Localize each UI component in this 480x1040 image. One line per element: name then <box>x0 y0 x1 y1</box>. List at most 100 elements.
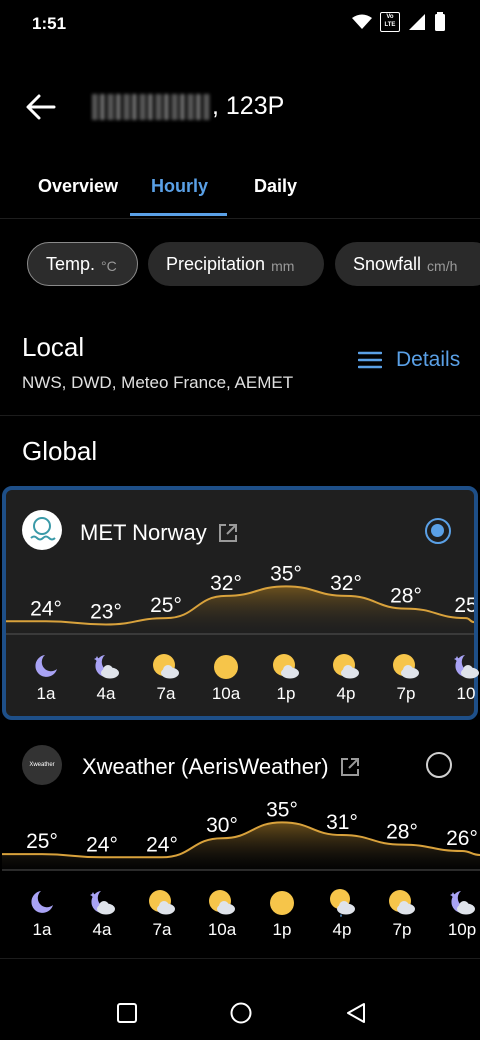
external-link-icon[interactable] <box>339 756 361 778</box>
tab-indicator <box>130 213 227 216</box>
hour-label: 1p <box>272 920 292 939</box>
global-heading: Global <box>22 436 98 466</box>
sun-cloud-icon <box>209 890 235 915</box>
system-nav-bar <box>0 980 480 1040</box>
temperature-value-label: 28° <box>386 821 418 844</box>
chip-label: Snowfall <box>353 253 422 274</box>
moon-cloud-icon <box>90 891 115 915</box>
temperature-value-label: 30° <box>206 814 238 837</box>
radio-unselected[interactable] <box>426 752 452 778</box>
divider <box>0 415 480 416</box>
moon-cloud-icon <box>94 655 119 679</box>
temperature-value-label: 25° <box>150 594 182 617</box>
hour-label: 7a <box>152 920 172 939</box>
sun-cloud-icon <box>149 890 175 915</box>
details-button[interactable]: Details <box>358 348 460 372</box>
hour-label: 4a <box>96 684 116 703</box>
moon-icon <box>31 891 53 913</box>
chip-snowfall[interactable]: Snowfall cm/h <box>335 242 480 286</box>
status-time: 1:51 <box>32 14 67 33</box>
status-icons: Vo LTE <box>352 12 446 32</box>
chip-unit: °C <box>101 257 117 274</box>
temperature-value-label: 25° <box>26 830 58 853</box>
temperature-value-label: 23° <box>90 600 122 623</box>
chip-temperature[interactable]: Temp. °C <box>27 242 138 286</box>
hour-label: 4a <box>92 920 112 939</box>
chip-precipitation[interactable]: Precipitation mm <box>148 242 324 286</box>
sun-cloud-icon <box>153 654 179 679</box>
temperature-value-label: 24° <box>30 597 62 620</box>
signal-icon <box>409 14 425 30</box>
temperature-value-label: 35° <box>266 798 298 821</box>
hour-label: 4p <box>336 684 356 703</box>
tab-overview[interactable]: Overview <box>38 176 118 197</box>
tab-hourly[interactable]: Hourly <box>151 176 208 197</box>
local-heading: Local <box>22 332 85 362</box>
volte-icon: Vo LTE <box>380 12 400 32</box>
radio-dot <box>431 524 444 537</box>
moon-icon <box>35 655 57 677</box>
temperature-value-label: 24° <box>146 833 178 856</box>
recents-icon[interactable] <box>116 1002 138 1024</box>
hour-label: 7p <box>392 920 412 939</box>
hour-label: 7p <box>396 684 416 703</box>
sun-cloud-icon <box>273 654 299 679</box>
home-icon[interactable] <box>229 1001 253 1025</box>
hour-label: 1a <box>32 920 52 939</box>
temperature-value-label: 32° <box>330 572 362 595</box>
details-label: Details <box>396 348 461 371</box>
moon-cloud-icon <box>450 891 475 915</box>
local-sources: NWS, DWD, Meteo France, AEMET <box>22 373 294 392</box>
radio-selected[interactable] <box>425 518 451 544</box>
provider-label: MET Norway <box>80 520 207 545</box>
hour-label: 4p <box>332 920 352 939</box>
sun-cloud-icon <box>389 890 415 915</box>
tab-bar: Overview Hourly Daily <box>0 166 480 219</box>
moon-cloud-icon <box>454 655 479 679</box>
hour-label: 10 <box>456 684 476 703</box>
provider-card-xweather[interactable]: Xweather Xweather (AerisWeather) 25° 24° 2… <box>2 728 480 958</box>
temperature-value-label: 31° <box>326 811 358 834</box>
tab-daily[interactable]: Daily <box>254 176 297 197</box>
sun-rain-cloud-icon <box>330 889 355 917</box>
title-suffix: , 123P <box>212 92 285 120</box>
sun-cloud-icon <box>333 654 359 679</box>
hour-label: 7a <box>156 684 176 703</box>
back-arrow-icon[interactable] <box>24 90 58 124</box>
temperature-value-label: 24° <box>86 833 118 856</box>
chip-unit: mm <box>271 257 295 274</box>
hour-label: 1a <box>36 684 56 703</box>
temperature-value-label: 35° <box>270 562 302 585</box>
temperature-value-label: 32° <box>210 572 242 595</box>
temperature-chart: 24° 23° 25° 32° 35° 32° 28° 25 <box>6 562 474 635</box>
hour-label: 10p <box>447 920 477 939</box>
external-link-icon[interactable] <box>217 522 239 544</box>
met-norway-logo <box>22 510 62 550</box>
chip-unit: cm/h <box>427 257 458 274</box>
provider-label: Xweather (AerisWeather) <box>82 754 329 779</box>
battery-icon <box>435 12 445 31</box>
xweather-logo: Xweather <box>22 745 62 785</box>
back-nav-icon[interactable] <box>344 1001 368 1025</box>
hour-label: 10a <box>207 920 237 939</box>
chip-label: Temp. <box>46 253 96 274</box>
divider <box>0 958 480 959</box>
hour-label: 1p <box>276 684 296 703</box>
redacted-location <box>92 93 210 120</box>
page-title: , 123P <box>92 92 284 121</box>
sun-icon <box>270 891 294 915</box>
wifi-icon <box>352 14 372 29</box>
provider-name: Xweather (AerisWeather) <box>82 754 361 780</box>
hour-label: 10a <box>211 684 241 703</box>
temperature-value-label: 26° <box>446 827 478 850</box>
temperature-value-label: 28° <box>390 585 422 608</box>
chip-label: Precipitation <box>166 253 266 274</box>
temperature-value-label: 25 <box>454 594 474 617</box>
provider-name: MET Norway <box>80 520 239 546</box>
sun-icon <box>214 655 238 679</box>
temperature-chart: 25° 24° 24° 30° 35° 31° 28° 26° <box>2 798 480 871</box>
sun-cloud-icon <box>393 654 419 679</box>
provider-card-met-norway[interactable]: MET Norway 24° 23° 25° 32° 35° 32° 28° 25 1a 4a 7… <box>2 486 479 720</box>
menu-lines-icon <box>358 351 382 369</box>
xweather-logo-text: Xweather <box>29 762 55 768</box>
